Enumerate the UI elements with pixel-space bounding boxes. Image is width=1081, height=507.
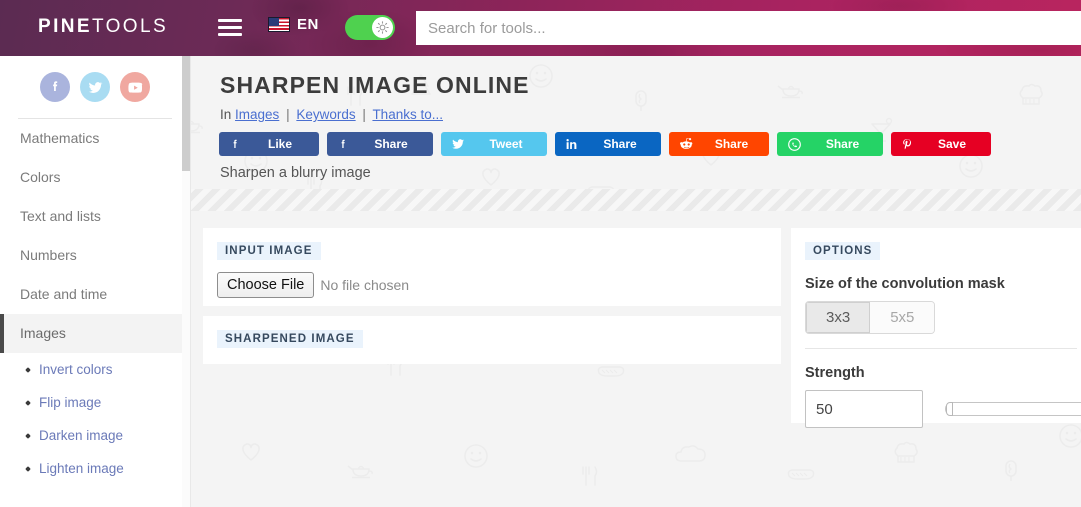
page-subtitle: Sharpen a blurry image: [220, 165, 371, 181]
linkedin-icon: [566, 139, 577, 149]
choose-file-button[interactable]: Choose File: [217, 272, 315, 298]
strength-heading: Strength: [805, 365, 865, 381]
sidebar-navigation: Mathematics Colors Text and lists Number…: [0, 119, 190, 485]
hamburger-bar: [218, 19, 242, 22]
twitter-icon[interactable]: [80, 72, 110, 102]
breadcrumb-link-images[interactable]: Images: [235, 107, 279, 122]
breadcrumb-link-keywords[interactable]: Keywords: [296, 107, 355, 122]
mask-size-heading: Size of the convolution mask: [805, 276, 1005, 292]
sidebar-border: [190, 56, 191, 507]
sidebar-social-links: [0, 56, 190, 102]
hamburger-icon[interactable]: [218, 17, 242, 38]
mask-size-5x5-button[interactable]: 5x5: [870, 302, 935, 333]
options-divider: [805, 348, 1077, 349]
twitter-glyph: [88, 81, 103, 93]
sidebar-item-colors[interactable]: Colors: [0, 158, 190, 197]
us-flag-icon: [268, 17, 290, 32]
whatsapp-icon: [788, 137, 801, 151]
share-button-label: Like: [267, 137, 292, 151]
breadcrumb-prefix: In: [220, 107, 232, 122]
options-panel-label: OPTIONS: [805, 242, 881, 260]
share-button-label: Share: [603, 137, 637, 151]
toggle-knob: [372, 17, 393, 38]
facebook-icon[interactable]: [40, 72, 70, 102]
social-share-bar: Like Share Tweet Share Share Share Save: [219, 132, 991, 156]
breadcrumb: In Images | Keywords | Thanks to...: [220, 107, 443, 122]
sidebar-subitem-lighten-image[interactable]: Lighten image: [0, 452, 190, 485]
options-panel: OPTIONS Size of the convolution mask 3x3…: [791, 228, 1081, 428]
sun-icon: [376, 21, 389, 34]
ad-placeholder-strip: [191, 189, 1081, 211]
share-button-label: Share: [714, 137, 749, 151]
share-button-facebook-like[interactable]: Like: [219, 132, 319, 156]
facebook-glyph: [53, 81, 58, 91]
language-label: EN: [297, 16, 319, 33]
sidebar-scrollbar-thumb[interactable]: [182, 56, 190, 171]
facebook-icon: [233, 139, 237, 148]
share-button-label: Share: [825, 137, 860, 151]
pinterest-icon: [903, 139, 911, 150]
sidebar-item-numbers[interactable]: Numbers: [0, 236, 190, 275]
site-header: PINETOOLS EN: [0, 0, 1081, 56]
strength-input[interactable]: [805, 390, 923, 428]
hamburger-bar: [218, 33, 242, 36]
strength-slider[interactable]: [945, 402, 1081, 416]
youtube-icon[interactable]: [120, 72, 150, 102]
share-button-twitter[interactable]: Tweet: [441, 132, 547, 156]
bullet-icon: [25, 465, 31, 472]
sharpened-image-panel: SHARPENED IMAGE: [203, 316, 781, 364]
twitter-icon: [452, 139, 465, 149]
sidebar-scrollbar[interactable]: [182, 56, 190, 507]
sidebar-subitem-label: Lighten image: [39, 461, 124, 476]
main-content: SHARPEN IMAGE ONLINE In Images | Keyword…: [191, 56, 1081, 507]
sidebar-item-images[interactable]: Images: [0, 314, 190, 353]
page-title: SHARPEN IMAGE ONLINE: [220, 72, 530, 98]
youtube-glyph: [127, 82, 142, 93]
hamburger-bar: [218, 26, 242, 29]
sidebar-subitem-label: Flip image: [39, 395, 102, 410]
sidebar: Mathematics Colors Text and lists Number…: [0, 56, 190, 507]
sharpened-image-panel-label: SHARPENED IMAGE: [217, 330, 363, 348]
share-button-pinterest[interactable]: Save: [891, 132, 991, 156]
sidebar-subitem-invert-colors[interactable]: Invert colors: [0, 353, 190, 386]
share-button-label: Share: [374, 137, 408, 151]
sidebar-subitem-flip-image[interactable]: Flip image: [0, 386, 190, 419]
site-logo[interactable]: PINETOOLS: [38, 16, 168, 38]
breadcrumb-separator: |: [362, 107, 366, 122]
share-button-whatsapp[interactable]: Share: [777, 132, 883, 156]
sidebar-subitem-label: Invert colors: [39, 362, 113, 377]
file-status-text: No file chosen: [320, 277, 410, 293]
reddit-icon: [680, 138, 693, 149]
sidebar-item-text-and-lists[interactable]: Text and lists: [0, 197, 190, 236]
share-button-linkedin[interactable]: Share: [555, 132, 661, 156]
logo-light-text: TOOLS: [91, 16, 169, 37]
file-upload-row: Choose File No file chosen: [217, 272, 781, 298]
strength-control-row: [805, 390, 1081, 428]
sidebar-subitem-darken-image[interactable]: Darken image: [0, 419, 190, 452]
mask-size-3x3-button[interactable]: 3x3: [806, 302, 871, 333]
theme-toggle-switch[interactable]: [345, 15, 395, 40]
language-selector[interactable]: EN: [268, 16, 319, 33]
input-image-panel: INPUT IMAGE Choose File No file chosen: [203, 228, 781, 306]
bullet-icon: [25, 432, 31, 439]
input-image-panel-label: INPUT IMAGE: [217, 242, 321, 260]
share-button-label: Tweet: [489, 137, 523, 151]
bullet-icon: [25, 366, 31, 373]
breadcrumb-link-thanks-to[interactable]: Thanks to...: [372, 107, 443, 122]
sidebar-subitem-label: Darken image: [39, 428, 124, 443]
share-button-reddit[interactable]: Share: [669, 132, 769, 156]
search-input[interactable]: [416, 11, 1081, 45]
sidebar-item-mathematics[interactable]: Mathematics: [0, 119, 190, 158]
share-button-label: Save: [937, 137, 967, 151]
strength-slider-thumb[interactable]: [946, 402, 953, 416]
share-button-facebook-share[interactable]: Share: [327, 132, 433, 156]
sidebar-item-date-and-time[interactable]: Date and time: [0, 275, 190, 314]
facebook-icon: [341, 139, 345, 148]
bullet-icon: [25, 399, 31, 406]
breadcrumb-separator: |: [286, 107, 290, 122]
logo-bold-text: PINE: [38, 16, 92, 37]
mask-size-button-group: 3x3 5x5: [805, 301, 936, 334]
